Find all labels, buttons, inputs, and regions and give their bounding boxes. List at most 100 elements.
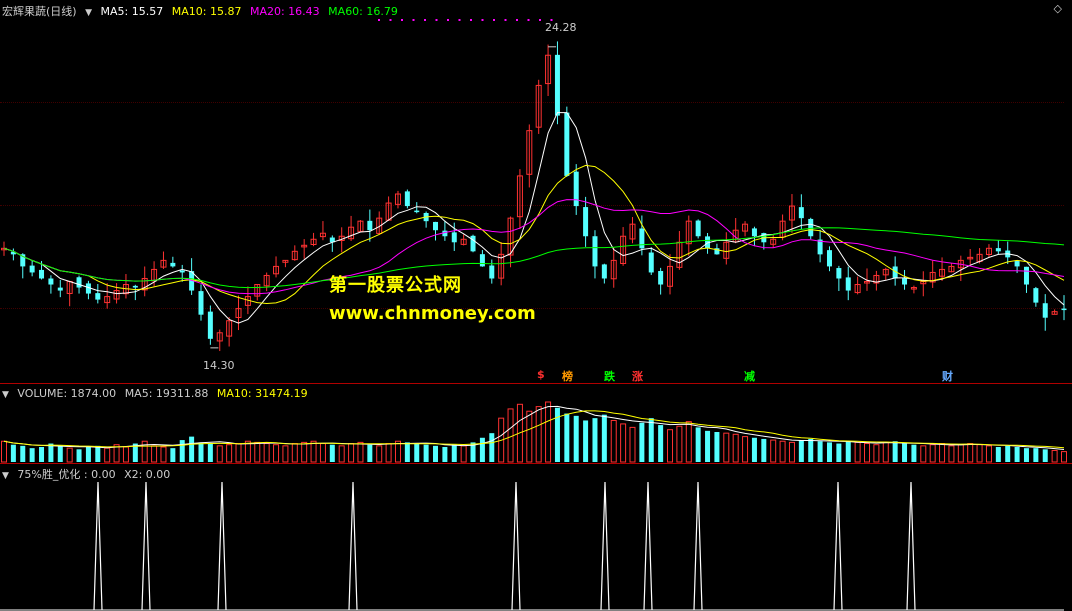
indicator-panel: ▼ 75%胜_优化 : 0.00 X2: 0.00 xyxy=(0,464,1072,611)
price-candle xyxy=(433,221,439,231)
volume-bar xyxy=(20,445,26,462)
volume-bar xyxy=(414,443,420,462)
signal-spike xyxy=(511,481,521,611)
volume-bar xyxy=(122,446,129,463)
volume-bar xyxy=(160,446,167,463)
volume-bar xyxy=(985,445,992,463)
volume-bar xyxy=(601,414,607,462)
price-candle xyxy=(592,236,598,267)
volume-bar xyxy=(394,440,401,463)
volume-label: VOLUME: 1874.00 xyxy=(17,387,117,400)
volume-bar xyxy=(798,440,804,462)
chevron-down-icon[interactable]: ▼ xyxy=(2,471,9,481)
volume-bar xyxy=(573,415,579,462)
volume-bar xyxy=(1051,449,1058,463)
volume-header: ▼ VOLUME: 1874.00 MA5: 19311.88 MA10: 31… xyxy=(2,387,313,400)
volume-bar xyxy=(291,443,298,463)
indicator-chart[interactable] xyxy=(0,464,1072,611)
ma5-line xyxy=(3,112,1065,324)
price-candle xyxy=(564,112,570,176)
volume-bar xyxy=(57,445,63,462)
volume-bar xyxy=(610,419,617,463)
price-candle xyxy=(57,287,63,291)
price-candle xyxy=(1042,303,1048,318)
settings-diamond-icon[interactable]: ◇ xyxy=(1054,2,1062,15)
volume-bar xyxy=(348,443,355,463)
ma5-label: MA5: 15.57 xyxy=(100,5,164,18)
volume-bar xyxy=(592,418,598,462)
price-candle xyxy=(639,228,645,249)
volume-bar xyxy=(95,445,101,462)
price-candle xyxy=(479,254,485,267)
volume-bar xyxy=(545,401,552,463)
indicator-header: ▼ 75%胜_优化 : 0.00 X2: 0.00 xyxy=(2,466,175,482)
volume-bar xyxy=(310,440,317,463)
chevron-down-icon[interactable]: ▼ xyxy=(2,390,9,400)
volume-bar xyxy=(723,432,730,463)
event-marker-fall[interactable]: 跌 xyxy=(604,368,615,384)
volume-bar xyxy=(957,444,964,463)
price-candle xyxy=(1033,288,1039,303)
volume-bar xyxy=(460,445,467,463)
volume-bar xyxy=(873,444,880,463)
volume-bar xyxy=(742,436,749,463)
price-candle xyxy=(1023,266,1029,285)
volume-bar xyxy=(836,443,842,462)
volume-bar xyxy=(826,442,832,462)
event-marker-finance[interactable]: 财 xyxy=(942,368,953,384)
high-price-label: 24.28 xyxy=(545,21,577,34)
low-price-label: 14.30 xyxy=(203,359,235,372)
ma10-label: MA10: 15.87 xyxy=(171,5,242,18)
event-dot xyxy=(435,19,438,21)
price-candle xyxy=(198,291,204,315)
price-candle xyxy=(658,271,664,285)
volume-bar xyxy=(404,442,410,462)
volume-bar xyxy=(564,413,570,462)
volume-bar xyxy=(788,441,795,463)
volume-bar xyxy=(705,430,711,462)
volume-bar xyxy=(10,444,16,462)
volume-bar xyxy=(882,441,889,463)
volume-bar xyxy=(376,445,383,463)
price-candle xyxy=(48,278,54,285)
event-dot xyxy=(481,19,484,21)
price-candle xyxy=(451,232,457,243)
volume-bar xyxy=(254,441,261,463)
volume-bar xyxy=(817,441,823,462)
volume-bar xyxy=(939,443,946,463)
volume-bar xyxy=(583,420,589,462)
volume-bar xyxy=(235,443,242,463)
volume-bar xyxy=(911,444,917,462)
volume-bar xyxy=(892,441,898,462)
volume-bar xyxy=(442,447,448,462)
volume-bar xyxy=(639,422,645,462)
price-candle xyxy=(39,269,45,279)
volume-bar xyxy=(179,440,185,462)
volume-bar xyxy=(1042,449,1048,462)
volume-bar xyxy=(714,432,720,462)
event-dot xyxy=(412,19,415,21)
volume-bar xyxy=(226,444,233,463)
event-marker-list[interactable]: 榜 xyxy=(562,368,573,384)
event-dot xyxy=(458,19,461,21)
price-candle xyxy=(808,218,814,237)
volume-bar xyxy=(948,445,955,463)
price-candle xyxy=(798,207,804,219)
event-marker-dollar[interactable]: $ xyxy=(537,368,545,381)
chevron-down-icon[interactable]: ▼ xyxy=(85,8,92,18)
volume-bar xyxy=(808,438,814,462)
volume-bar xyxy=(66,447,73,463)
price-candle xyxy=(554,54,560,116)
event-marker-reduce[interactable]: 减 xyxy=(744,368,755,384)
volume-bar xyxy=(658,425,664,462)
signal-spike xyxy=(906,481,916,611)
signal-spike xyxy=(141,481,151,611)
volume-bar xyxy=(902,443,908,462)
event-dot xyxy=(447,19,449,21)
event-marker-rise[interactable]: 涨 xyxy=(632,368,643,384)
volume-panel: ▼ VOLUME: 1874.00 MA5: 19311.88 MA10: 31… xyxy=(0,384,1072,464)
volume-bar xyxy=(479,437,485,462)
price-chart[interactable] xyxy=(0,0,1072,383)
event-dot xyxy=(527,19,530,21)
signal-spike xyxy=(693,481,703,611)
